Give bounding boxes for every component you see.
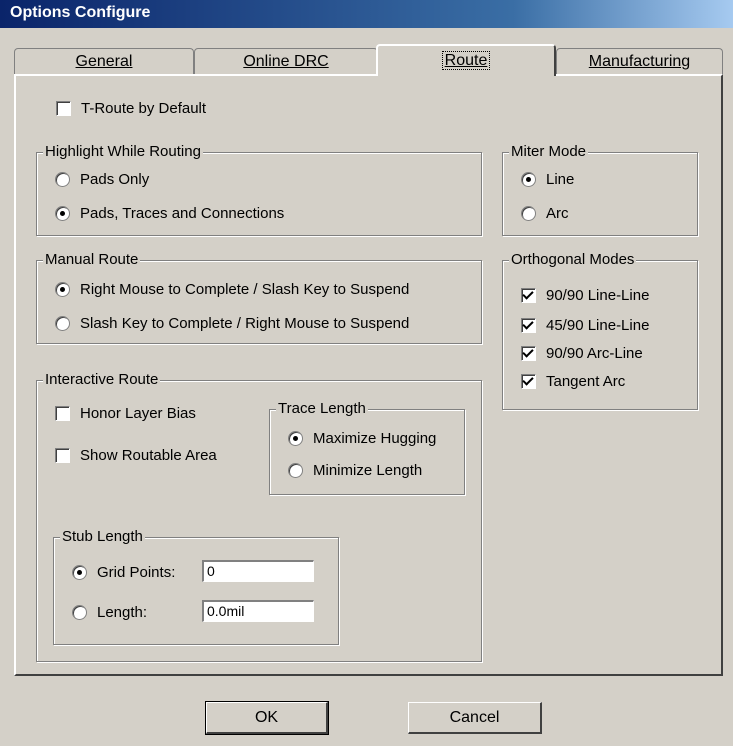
window-title: Options Configure	[10, 4, 151, 21]
radio-label: Minimize Length	[313, 462, 423, 479]
minimize-length-radio[interactable]: Minimize Length	[288, 462, 422, 479]
radio-label: Line	[546, 171, 575, 188]
radio-label: Pads Only	[80, 171, 150, 188]
highlight-group: Highlight While Routing Pads Only Pads, …	[36, 142, 482, 236]
t-route-checkbox[interactable]: T-Route by Default	[56, 100, 206, 117]
checkbox-box[interactable]	[521, 374, 536, 389]
radio-label: Arc	[546, 205, 569, 222]
radio-circle[interactable]	[288, 463, 303, 478]
slash-key-complete-radio[interactable]: Slash Key to Complete / Right Mouse to S…	[55, 315, 409, 332]
tab-general[interactable]: General	[14, 48, 194, 74]
group-title: Stub Length	[60, 527, 145, 547]
show-routable-area-checkbox[interactable]: Show Routable Area	[55, 447, 217, 464]
group-title: Interactive Route	[43, 370, 161, 390]
ortho-45-90-line-line-checkbox[interactable]: 45/90 Line-Line	[521, 317, 649, 334]
stub-length-group: Stub Length Grid Points: 0 Length: 0.0mi…	[53, 527, 339, 645]
tab-online-drc[interactable]: Online DRC	[194, 48, 378, 74]
checkbox-box[interactable]	[521, 346, 536, 361]
ok-button[interactable]: OK	[205, 701, 329, 735]
radio-label: Right Mouse to Complete / Slash Key to S…	[80, 281, 410, 298]
tab-label: Online DRC	[243, 53, 329, 70]
miter-mode-group: Miter Mode Line Arc	[502, 142, 698, 236]
checkbox-label: Honor Layer Bias	[80, 405, 196, 422]
group-title: Trace Length	[276, 399, 368, 419]
grid-points-input[interactable]: 0	[202, 560, 314, 582]
checkbox-box[interactable]	[521, 318, 536, 333]
checkbox-label: 90/90 Arc-Line	[546, 345, 643, 362]
right-mouse-complete-radio[interactable]: Right Mouse to Complete / Slash Key to S…	[55, 281, 409, 298]
radio-label: Maximize Hugging	[313, 430, 437, 447]
miter-arc-radio[interactable]: Arc	[521, 205, 569, 222]
checkbox-label: Tangent Arc	[546, 373, 626, 390]
checkbox-label: Show Routable Area	[80, 447, 217, 464]
checkbox-label: 45/90 Line-Line	[546, 317, 650, 334]
tab-label: Route	[441, 51, 491, 70]
tab-label: General	[75, 53, 133, 70]
honor-layer-bias-checkbox[interactable]: Honor Layer Bias	[55, 405, 196, 422]
trace-length-group: Trace Length Maximize Hugging Minimize L…	[269, 399, 465, 495]
miter-line-radio[interactable]: Line	[521, 171, 574, 188]
ortho-90-90-line-line-checkbox[interactable]: 90/90 Line-Line	[521, 287, 649, 304]
radio-circle[interactable]	[55, 316, 70, 331]
tab-manufacturing[interactable]: Manufacturing	[556, 48, 723, 74]
tab-label: Manufacturing	[588, 53, 691, 70]
radio-label: Length:	[97, 604, 148, 621]
radio-circle[interactable]	[72, 605, 87, 620]
group-title: Highlight While Routing	[43, 142, 203, 162]
group-title: Orthogonal Modes	[509, 250, 637, 270]
interactive-route-group: Interactive Route Honor Layer Bias Show …	[36, 370, 482, 662]
group-title: Manual Route	[43, 250, 141, 270]
radio-circle[interactable]	[288, 431, 303, 446]
radio-circle[interactable]	[55, 172, 70, 187]
length-radio[interactable]: Length:	[72, 604, 147, 621]
checkbox-box[interactable]	[55, 406, 70, 421]
radio-circle[interactable]	[55, 282, 70, 297]
ortho-90-90-arc-line-checkbox[interactable]: 90/90 Arc-Line	[521, 345, 643, 362]
radio-label: Pads, Traces and Connections	[80, 205, 285, 222]
checkbox-box[interactable]	[521, 288, 536, 303]
tab-route[interactable]: Route	[376, 44, 556, 76]
t-route-label: T-Route by Default	[81, 100, 207, 117]
pads-traces-connections-radio[interactable]: Pads, Traces and Connections	[55, 205, 284, 222]
checkbox-box[interactable]	[56, 101, 71, 116]
manual-route-group: Manual Route Right Mouse to Complete / S…	[36, 250, 482, 344]
checkbox-label: 90/90 Line-Line	[546, 287, 650, 304]
checkbox-box[interactable]	[55, 448, 70, 463]
radio-circle[interactable]	[521, 206, 536, 221]
maximize-hugging-radio[interactable]: Maximize Hugging	[288, 430, 436, 447]
cancel-button[interactable]: Cancel	[408, 702, 542, 734]
pads-only-radio[interactable]: Pads Only	[55, 171, 149, 188]
grid-points-radio[interactable]: Grid Points:	[72, 564, 175, 581]
radio-label: Slash Key to Complete / Right Mouse to S…	[80, 315, 410, 332]
ortho-tangent-arc-checkbox[interactable]: Tangent Arc	[521, 373, 625, 390]
title-bar[interactable]: Options Configure	[0, 0, 733, 28]
length-input[interactable]: 0.0mil	[202, 600, 314, 622]
radio-circle[interactable]	[521, 172, 536, 187]
radio-circle[interactable]	[55, 206, 70, 221]
route-tab-panel: T-Route by Default Highlight While Routi…	[14, 74, 723, 676]
radio-label: Grid Points:	[97, 564, 176, 581]
group-title: Miter Mode	[509, 142, 589, 162]
orthogonal-modes-group: Orthogonal Modes 90/90 Line-Line 45/90 L…	[502, 250, 698, 410]
radio-circle[interactable]	[72, 565, 87, 580]
